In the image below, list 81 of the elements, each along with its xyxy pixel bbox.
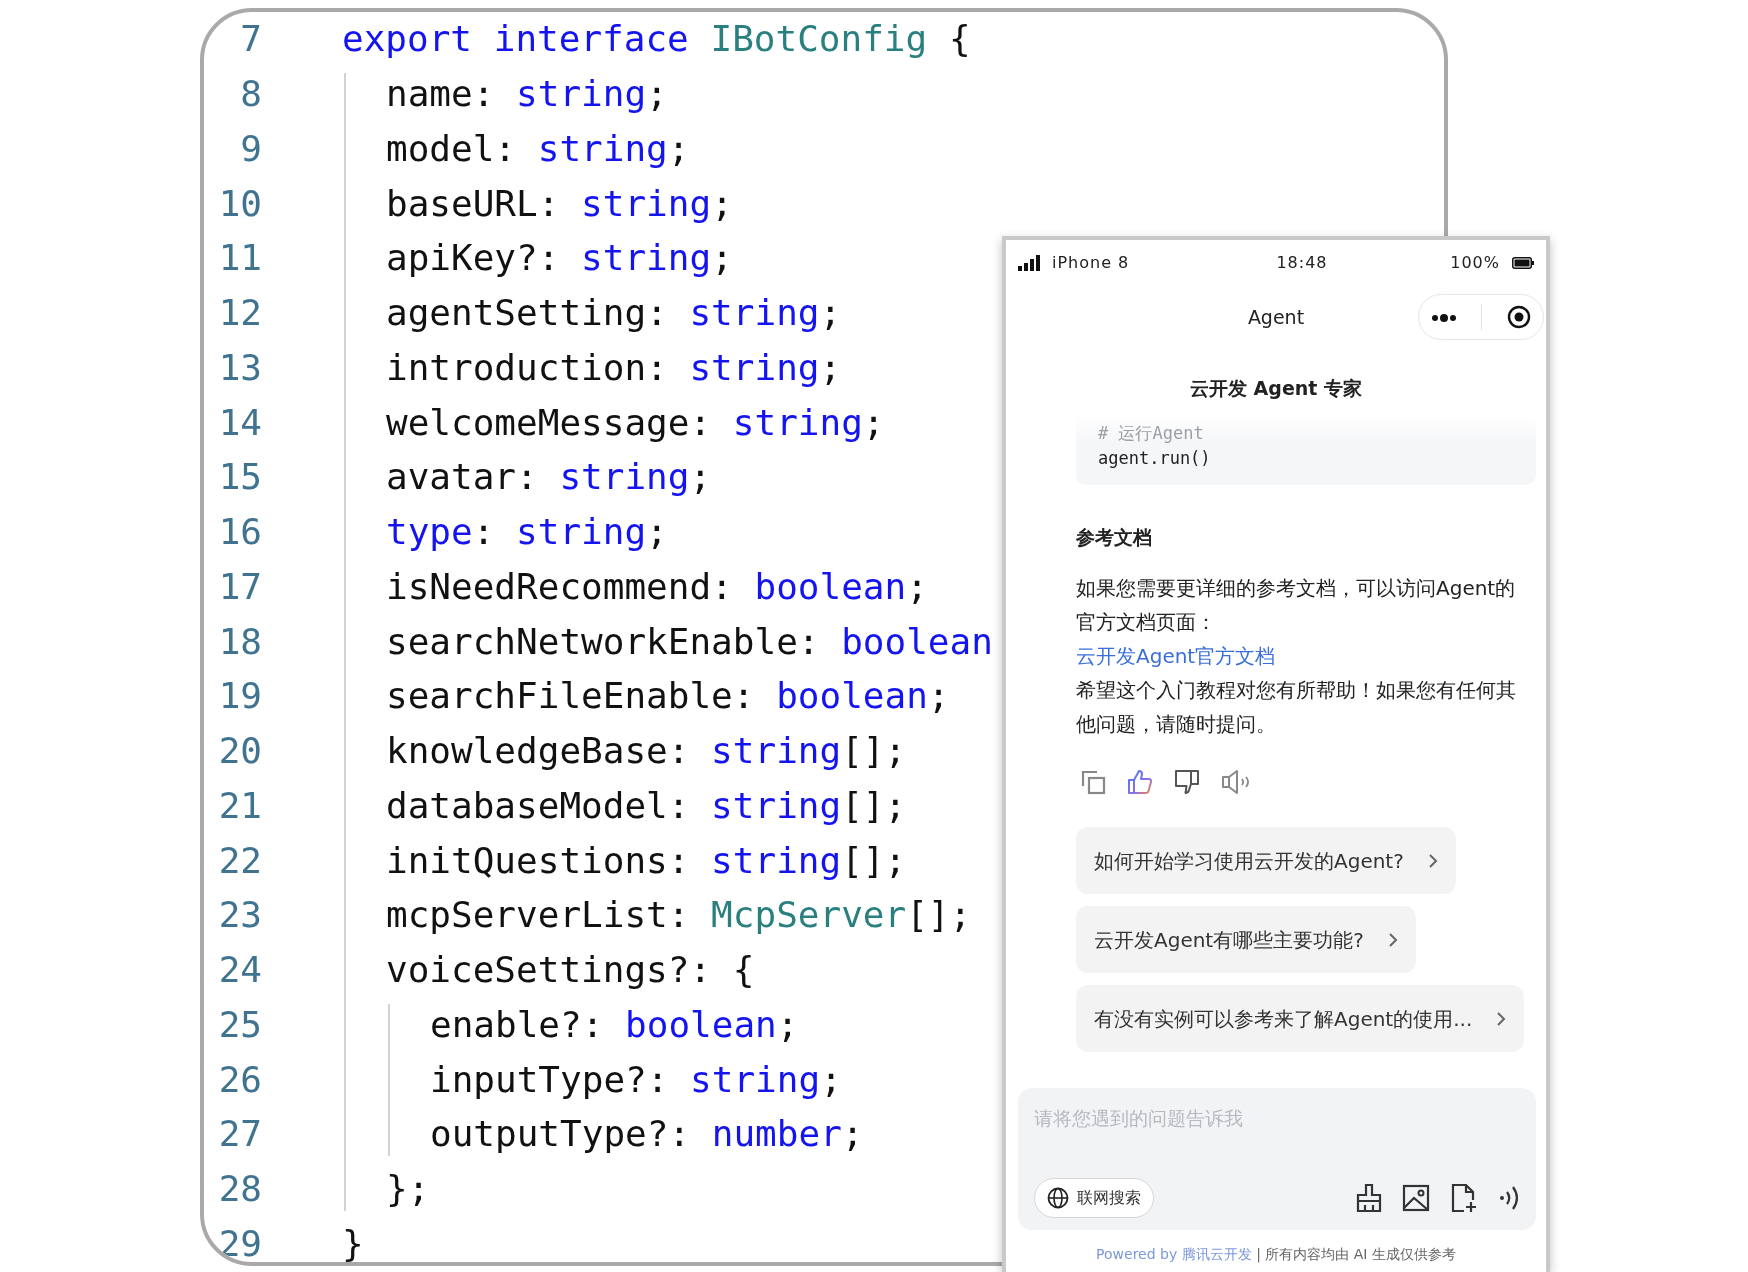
code-line: enable?: boolean; — [430, 1002, 799, 1047]
chat-title: 云开发 Agent 专家 — [1189, 376, 1363, 401]
close-button[interactable] — [1506, 304, 1531, 330]
footer-separator: | — [1256, 1246, 1261, 1262]
line-number: 7 — [239, 17, 262, 62]
add-file-icon[interactable] — [1450, 1183, 1478, 1213]
globe-icon — [1047, 1187, 1069, 1209]
line-number: 22 — [217, 838, 262, 883]
code-line: model: string; — [386, 126, 690, 171]
line-number: 21 — [217, 783, 262, 828]
line-number: 15 — [217, 455, 262, 500]
code-line: voiceSettings?: { — [386, 948, 755, 993]
code-line: type: string; — [386, 510, 668, 555]
paragraph: 如果您需要更详细的参考文档，可以访问Agent的官方文档页面： — [1076, 575, 1517, 636]
page-title: Agent — [1247, 304, 1305, 330]
code-line: welcomeMessage: string; — [386, 400, 885, 445]
disclaimer-text: 所有内容均由 AI 生成仅供参考 — [1265, 1246, 1456, 1262]
line-number: 24 — [217, 948, 262, 993]
signal-icon — [1018, 255, 1040, 271]
section-heading: 参考文档 — [1076, 524, 1153, 550]
chevron-right-icon — [1387, 931, 1398, 948]
line-number: 27 — [217, 1112, 262, 1157]
line-number: 8 — [239, 72, 262, 117]
carrier-name: iPhone 8 — [1052, 252, 1131, 274]
line-number: 14 — [217, 400, 262, 445]
code-text: agent.run() — [1098, 446, 1212, 470]
line-number: 10 — [217, 181, 262, 226]
message-input-field[interactable]: 请将您遇到的问题告诉我 — [1034, 1104, 1522, 1138]
line-number: 16 — [217, 510, 262, 555]
target-icon — [1506, 305, 1531, 330]
code-line: outputType?: number; — [430, 1112, 864, 1157]
line-number: 20 — [217, 729, 262, 774]
chevron-right-icon — [1427, 852, 1438, 869]
thumbs-down-icon[interactable] — [1174, 769, 1200, 795]
code-line: searchNetworkEnable: boolean — [386, 619, 993, 664]
code-line: mcpServerList: McpServer[]; — [386, 893, 972, 938]
code-line: baseURL: string; — [386, 181, 733, 226]
suggestion-chip[interactable]: 有没有实例可以参考来了解Agent的使用... — [1076, 985, 1525, 1052]
code-line: searchFileEnable: boolean; — [386, 674, 950, 719]
line-number: 23 — [217, 893, 262, 938]
line-number: 11 — [217, 236, 262, 281]
suggestion-chip[interactable]: 云开发Agent有哪些主要功能? — [1076, 906, 1416, 973]
web-search-toggle[interactable]: 联网搜索 — [1034, 1178, 1154, 1218]
battery-percent: 100% — [1450, 252, 1500, 274]
code-line: initQuestions: string[]; — [386, 838, 907, 883]
code-line: isNeedRecommend: boolean; — [386, 564, 928, 609]
line-number: 26 — [217, 1057, 262, 1102]
code-line: name: string; — [386, 72, 668, 117]
code-line: avatar: string; — [386, 455, 712, 500]
line-number: 28 — [217, 1167, 262, 1212]
copy-icon[interactable] — [1080, 769, 1106, 795]
line-number: 9 — [239, 126, 262, 171]
line-number: 25 — [217, 1002, 262, 1047]
suggestion-chip[interactable]: 如何开始学习使用云开发的Agent? — [1076, 827, 1456, 894]
code-line: export interface IBotConfig { — [342, 17, 971, 62]
code-line: knowledgeBase: string[]; — [386, 729, 907, 774]
code-line: apiKey?: string; — [386, 236, 733, 281]
battery-icon — [1512, 257, 1534, 269]
line-number: 17 — [217, 564, 262, 609]
doc-link[interactable]: 云开发Agent官方文档 — [1076, 639, 1276, 673]
thumbs-up-icon[interactable] — [1127, 769, 1153, 795]
more-icon — [1431, 313, 1458, 322]
chevron-right-icon — [1496, 1010, 1507, 1027]
paragraph: 希望这个入门教程对您有所帮助！如果您有任何其他问题，请随时提问。 — [1076, 677, 1517, 738]
code-line: }; — [386, 1167, 430, 1212]
powered-by-text: Powered by — [1096, 1246, 1178, 1262]
image-icon[interactable] — [1402, 1184, 1430, 1212]
speaker-icon[interactable] — [1221, 769, 1251, 795]
code-line: } — [342, 1221, 364, 1262]
line-number: 29 — [217, 1221, 262, 1262]
brush-icon[interactable] — [1356, 1183, 1382, 1213]
code-line: databaseModel: string[]; — [386, 783, 907, 828]
code-comment: # 运行Agent — [1098, 421, 1205, 445]
line-number: 12 — [217, 291, 262, 336]
status-time: 18:48 — [1275, 252, 1329, 274]
line-number: 19 — [217, 674, 262, 719]
line-number: 18 — [217, 619, 262, 664]
code-line: introduction: string; — [386, 345, 842, 390]
line-number: 13 — [217, 345, 262, 390]
code-line: inputType?: string; — [430, 1057, 842, 1102]
code-line: agentSetting: string; — [386, 291, 842, 336]
